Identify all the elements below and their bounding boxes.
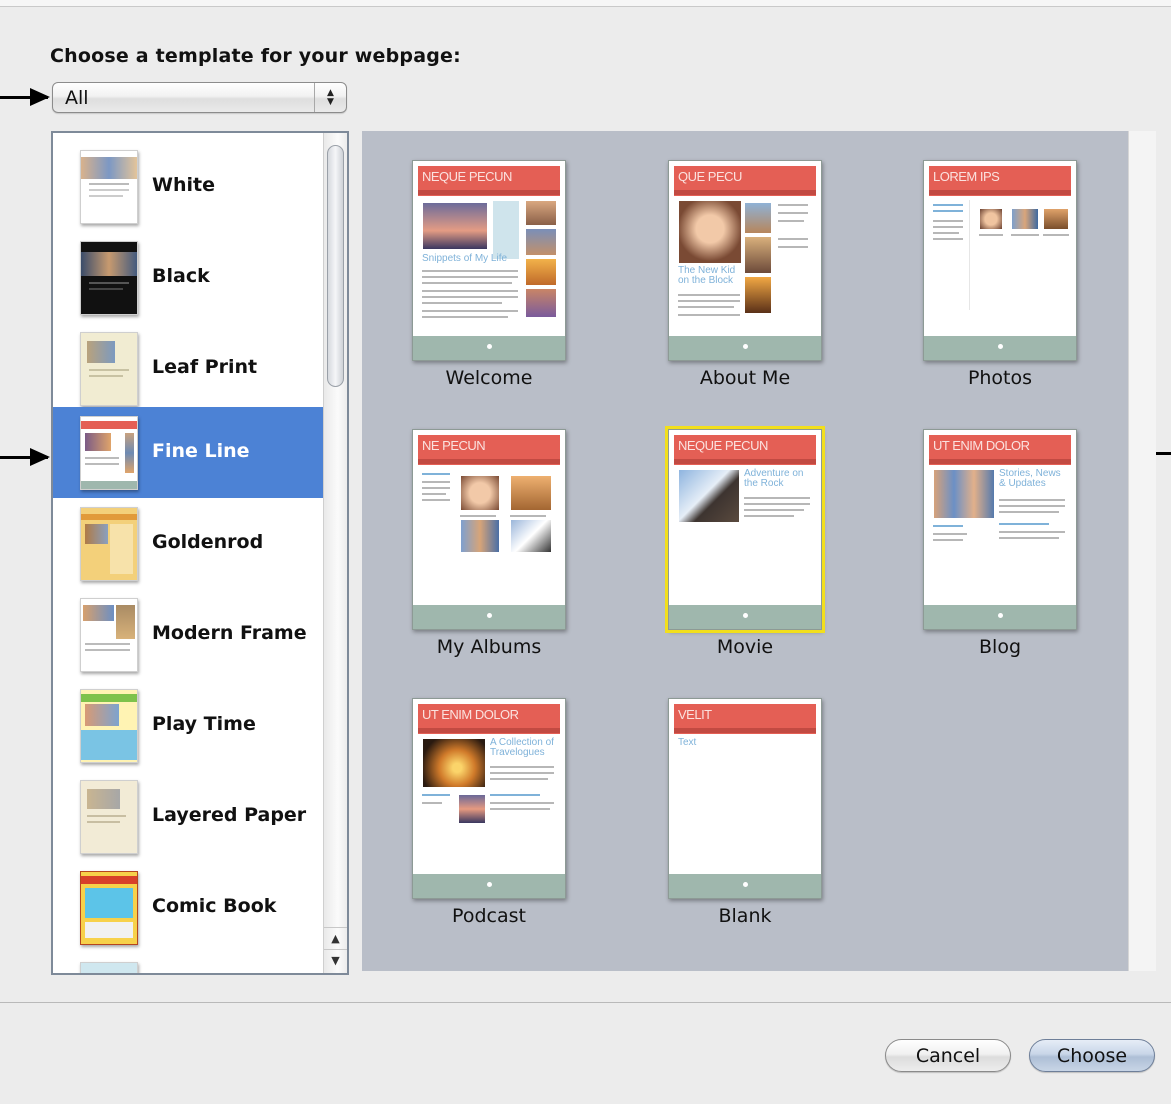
theme-thumbnail [80, 689, 138, 763]
theme-list-scroll-thumb[interactable] [327, 145, 344, 387]
template-subhead: Snippets of My Life [422, 253, 508, 264]
template-label: My Albums [436, 636, 542, 658]
theme-label: Fine Line [152, 440, 250, 462]
scroll-down-button[interactable]: ▼ [324, 949, 347, 971]
template-my-albums[interactable]: NE PECUN My Albums [412, 429, 572, 669]
theme-thumbnail [80, 962, 138, 973]
template-thumbnail: UT ENIM DOLOR A Collection of Travelogue… [412, 698, 566, 899]
template-filter-popup[interactable]: All ▲ ▼ [52, 82, 347, 113]
template-thumbnail: QUE PECU The New Kid on the Block [668, 160, 822, 361]
theme-thumbnail [80, 332, 138, 406]
theme-item-leaf-print[interactable]: Leaf Print [53, 323, 323, 414]
theme-label: Comic Book [152, 895, 277, 917]
template-filter-value: All [65, 87, 89, 109]
theme-label: Black [152, 265, 210, 287]
template-subhead: A Collection of Travelogues [490, 737, 554, 758]
template-podcast[interactable]: UT ENIM DOLOR A Collection of Travelogue… [412, 698, 572, 938]
theme-item-white[interactable]: White [53, 141, 323, 232]
template-thumbnail: NE PECUN [412, 429, 566, 630]
template-photos[interactable]: LOREM IPS Photos [923, 160, 1083, 400]
template-subhead: Adventure on the Rock [744, 468, 804, 489]
theme-label: Leaf Print [152, 356, 258, 378]
theme-item-fine-line[interactable]: Fine Line [53, 407, 323, 498]
theme-label: White [152, 174, 215, 196]
theme-list-scrollbar[interactable]: ▲ ▼ [323, 133, 347, 973]
annotation-arrow-popup [0, 88, 50, 106]
template-label: Blog [979, 636, 1021, 658]
cancel-button[interactable]: Cancel [885, 1039, 1011, 1072]
template-subhead: Stories, News & Updates [999, 468, 1061, 489]
template-about-me[interactable]: QUE PECU The New Kid on the Block About … [668, 160, 828, 400]
template-movie[interactable]: NEQUE PECUN Adventure on the Rock Movie [665, 426, 828, 669]
theme-item-modern-frame[interactable]: Modern Frame [53, 589, 323, 680]
template-label: Blank [718, 905, 772, 927]
theme-item-partial[interactable] [53, 953, 323, 973]
template-label: Welcome [445, 367, 533, 389]
template-label: Photos [967, 367, 1033, 389]
theme-thumbnail [80, 507, 138, 581]
template-blog[interactable]: UT ENIM DOLOR Stories, News & Updates Bl… [923, 429, 1083, 669]
dialog-prompt: Choose a template for your webpage: [50, 45, 461, 67]
theme-thumbnail [80, 780, 138, 854]
template-thumbnail: UT ENIM DOLOR Stories, News & Updates [923, 429, 1077, 630]
template-label: Podcast [452, 905, 526, 927]
template-thumbnail: VELIT Text [668, 698, 822, 899]
theme-item-black[interactable]: Black [53, 232, 323, 323]
template-welcome[interactable]: NEQUE PECUN Snippets of My Life Welcome [412, 160, 572, 400]
theme-label: Goldenrod [152, 531, 264, 553]
theme-thumbnail [80, 598, 138, 672]
template-thumbnail: LOREM IPS [923, 160, 1077, 361]
template-grid: NEQUE PECUN Snippets of My Life Welcome … [362, 131, 1128, 971]
theme-thumbnail [80, 241, 138, 315]
theme-item-layered-paper[interactable]: Layered Paper [53, 771, 323, 862]
dialog-top-edge [0, 0, 1171, 7]
theme-label: Play Time [152, 713, 256, 735]
theme-label: Layered Paper [152, 804, 307, 826]
template-subhead: The New Kid on the Block [678, 265, 736, 286]
template-label: Movie [716, 636, 774, 658]
theme-item-play-time[interactable]: Play Time [53, 680, 323, 771]
theme-thumbnail [80, 150, 138, 224]
choose-button[interactable]: Choose [1029, 1039, 1155, 1072]
theme-thumbnail [80, 871, 138, 945]
theme-thumbnail [80, 416, 138, 490]
theme-label: Modern Frame [152, 622, 307, 644]
annotation-arrow-category [0, 448, 50, 466]
template-subhead: Text [678, 737, 697, 748]
template-grid-scrollbar[interactable] [1128, 131, 1156, 971]
theme-list[interactable]: White Black Leaf Print Fine Line Goldenr… [51, 131, 349, 975]
footer-divider [0, 1002, 1171, 1003]
theme-item-comic-book[interactable]: Comic Book [53, 862, 323, 953]
up-down-arrows-icon: ▲ ▼ [314, 83, 346, 112]
template-thumbnail: NEQUE PECUN Adventure on the Rock [665, 426, 825, 633]
template-thumbnail: NEQUE PECUN Snippets of My Life [412, 160, 566, 361]
scroll-up-button[interactable]: ▲ [324, 927, 347, 949]
template-label: About Me [699, 367, 791, 389]
theme-item-goldenrod[interactable]: Goldenrod [53, 498, 323, 589]
template-blank[interactable]: VELIT Text Blank [668, 698, 828, 938]
